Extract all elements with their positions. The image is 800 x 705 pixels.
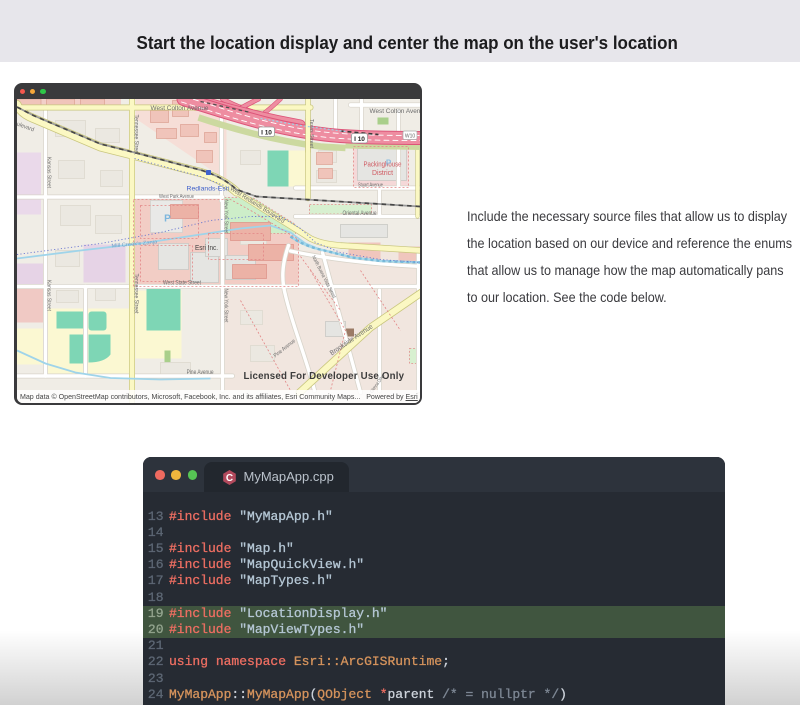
svg-text:West Colton Avenue: West Colton Avenue [369,107,420,114]
svg-text:District: District [372,168,393,177]
svg-text:Tennessee Street: Tennessee Street [132,114,138,154]
svg-text:Stuart Avenue: Stuart Avenue [358,182,383,188]
svg-text:P: P [385,158,391,167]
svg-text:Redlands-Esri: Redlands-Esri [186,185,229,192]
svg-text:C: C [226,473,233,484]
svg-text:Kansas Street: Kansas Street [45,157,51,189]
svg-text:Esri Inc.: Esri Inc. [195,245,218,252]
svg-text:I 10: I 10 [354,135,365,142]
svg-text:Oriental Avenue: Oriental Avenue [342,211,377,217]
svg-text:Kansas Street: Kansas Street [45,280,51,312]
svg-text:Texas Street: Texas Street [308,119,314,148]
svg-text:W10: W10 [404,133,415,139]
svg-text:West State Street: West State Street [163,279,201,286]
svg-text:West Colton Avenue: West Colton Avenue [150,104,209,111]
svg-text:New York Street: New York Street [222,199,228,233]
svg-text:P: P [164,213,171,224]
svg-text:New York Street: New York Street [222,288,228,322]
svg-text:I 10: I 10 [261,129,272,136]
svg-text:West Park Avenue: West Park Avenue [159,193,194,199]
svg-text:Tennessee Street: Tennessee Street [132,273,138,313]
svg-text:Pine Avenue: Pine Avenue [186,369,214,375]
